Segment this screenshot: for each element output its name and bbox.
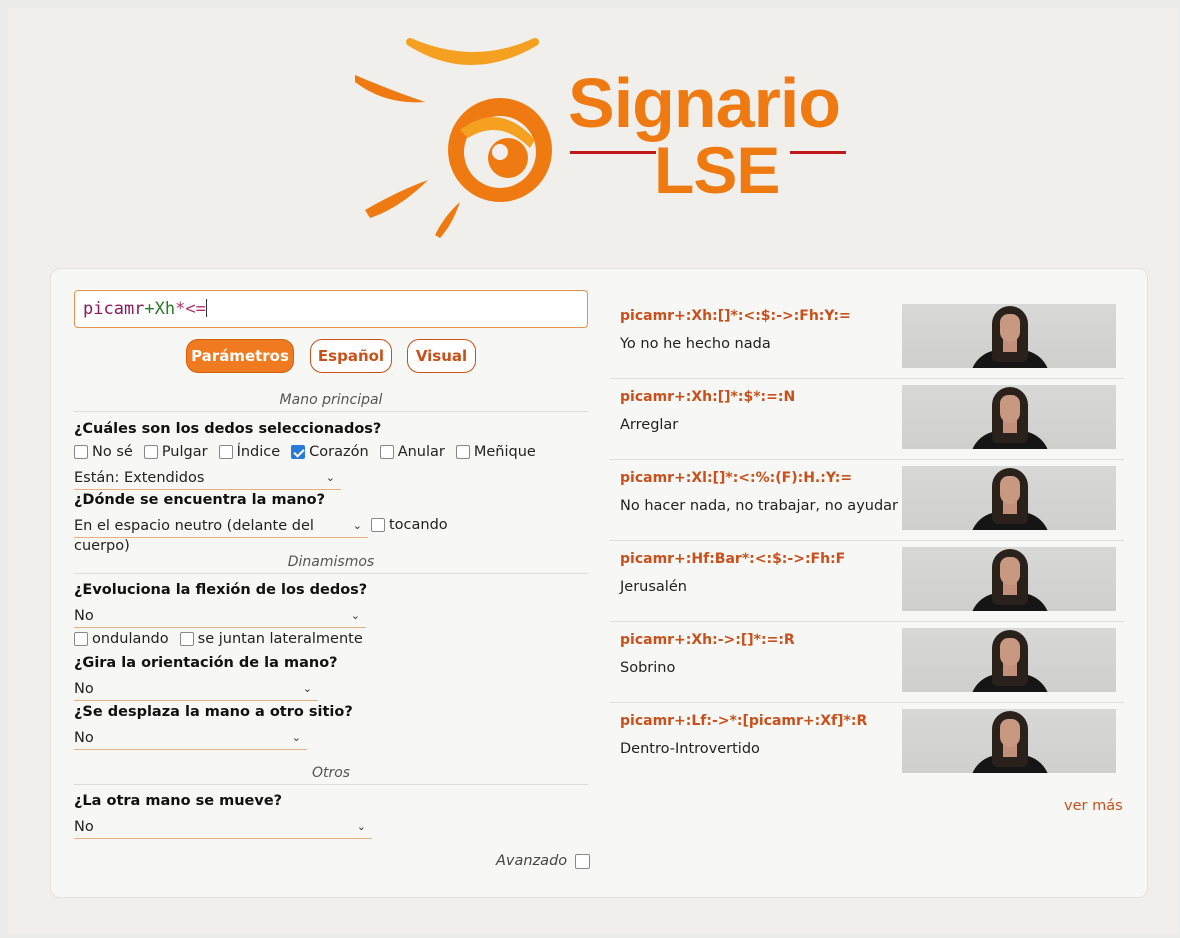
logo-line-right (790, 151, 846, 154)
section-otros: Otros (74, 765, 588, 785)
checkbox-icon[interactable] (575, 853, 591, 869)
chevron-down-icon: ⌄ (302, 682, 312, 695)
see-more-link[interactable]: ver más (1064, 798, 1123, 814)
result-code[interactable]: picamr+:Hf:Bar*:<:$:->:Fh:F (620, 551, 845, 567)
video-thumbnail[interactable] (902, 304, 1116, 368)
select-value: No (74, 681, 94, 697)
result-item[interactable]: picamr+:Xh:[]*:$*:=:N Arreglar (610, 379, 1124, 460)
question-other-hand: ¿La otra mano se mueve? (74, 793, 283, 809)
result-item[interactable]: picamr+:Hf:Bar*:<:$:->:Fh:F Jerusalén (610, 541, 1124, 622)
select-value: No (74, 730, 94, 746)
logo-subtitle: LSE (654, 133, 780, 207)
orientation-select[interactable]: No ⌄ (74, 679, 318, 701)
finger-label: Pulgar (161, 444, 208, 460)
checkbox-icon[interactable] (74, 632, 88, 646)
touching-label: tocando (389, 517, 448, 533)
advanced-toggle[interactable]: Avanzado (496, 853, 594, 869)
chevron-down-icon: ⌄ (291, 731, 301, 744)
tab-parametros[interactable]: Parámetros (186, 339, 294, 373)
result-gloss: No hacer nada, no trabajar, no ayudar (620, 498, 899, 514)
select-value: No (74, 608, 94, 624)
location-select[interactable]: En el espacio neutro (delante del cuerpo… (74, 516, 368, 554)
ondulando-label: ondulando (92, 631, 169, 647)
chevron-down-icon: ⌄ (352, 519, 362, 532)
result-item[interactable]: picamr+:Xh:[]*:<:$:->:Fh:Y:= Yo no he he… (610, 298, 1124, 379)
chevron-down-icon: ⌄ (350, 609, 360, 622)
video-thumbnail[interactable] (902, 628, 1116, 692)
search-input[interactable]: picamr+Xh*<= (74, 290, 588, 328)
checkbox-icon[interactable] (179, 632, 194, 646)
tab-visual[interactable]: Visual (407, 339, 476, 373)
result-gloss: Jerusalén (620, 579, 687, 595)
result-code[interactable]: picamr+:Lf:->*:[picamr+:Xf]*:R (620, 713, 867, 729)
ondulando-checkbox[interactable]: ondulando (74, 631, 169, 647)
finger-indice-checkbox[interactable]: Índice (218, 444, 281, 460)
finger-label: Índice (236, 444, 281, 460)
checkbox-icon[interactable] (218, 445, 233, 459)
result-item[interactable]: picamr+:Xl:[]*:<:%:(F):H.:Y:= No hacer n… (610, 460, 1124, 541)
checkbox-icon[interactable] (371, 518, 385, 532)
video-thumbnail[interactable] (902, 709, 1116, 773)
checkbox-icon[interactable] (143, 445, 158, 459)
query-orientation: Xh (154, 299, 176, 319)
query-handshape: picamr (83, 299, 145, 319)
question-fingers: ¿Cuáles son los dedos seleccionados? (74, 421, 382, 437)
result-item[interactable]: picamr+:Lf:->*:[picamr+:Xf]*:R Dentro-In… (610, 703, 1124, 784)
result-gloss: Arreglar (620, 417, 679, 433)
finger-corazon-checkbox[interactable]: Corazón (291, 444, 369, 460)
question-orientation: ¿Gira la orientación de la mano? (74, 655, 338, 671)
query-plus: + (144, 299, 155, 319)
finger-label: No sé (92, 444, 133, 460)
touching-checkbox[interactable]: tocando (371, 517, 448, 533)
other-hand-select[interactable]: No ⌄ (74, 817, 372, 839)
checkbox-icon[interactable] (379, 445, 394, 459)
move-select[interactable]: No ⌄ (74, 728, 307, 750)
flex-options-row: ondulando se juntan lateralmente (74, 631, 374, 647)
tab-espanol[interactable]: Español (310, 339, 392, 373)
video-thumbnail[interactable] (902, 547, 1116, 611)
text-caret (205, 299, 207, 317)
question-flex: ¿Evoluciona la flexión de los dedos? (74, 582, 368, 598)
finger-anular-checkbox[interactable]: Anular (379, 444, 445, 460)
flex-select[interactable]: No ⌄ (74, 606, 366, 628)
checkbox-icon[interactable] (74, 445, 88, 459)
query-symbol: <= (185, 299, 206, 319)
logo-line-left (570, 151, 656, 154)
result-code[interactable]: picamr+:Xh:[]*:<:$:->:Fh:Y:= (620, 308, 851, 324)
question-move: ¿Se desplaza la mano a otro sitio? (74, 704, 353, 720)
fingers-checkbox-row: No sé Pulgar Índice Corazón Anular Meñiq… (74, 444, 547, 460)
result-gloss: Sobrino (620, 660, 676, 676)
advanced-label: Avanzado (496, 853, 568, 869)
video-thumbnail[interactable] (902, 466, 1116, 530)
chevron-down-icon: ⌄ (356, 820, 366, 833)
finger-label: Anular (397, 444, 445, 460)
video-thumbnail[interactable] (902, 385, 1116, 449)
result-gloss: Yo no he hecho nada (620, 336, 771, 352)
section-mano-principal: Mano principal (74, 392, 588, 412)
query-asterisk: * (175, 299, 186, 319)
result-code[interactable]: picamr+:Xl:[]*:<:%:(F):H.:Y:= (620, 470, 852, 486)
result-gloss: Dentro-Introvertido (620, 741, 760, 757)
section-dinamismos: Dinamismos (74, 554, 588, 574)
finger-menique-checkbox[interactable]: Meñique (455, 444, 536, 460)
chevron-down-icon: ⌄ (325, 471, 335, 484)
lateral-label: se juntan lateralmente (197, 631, 363, 647)
question-location: ¿Dónde se encuentra la mano? (74, 492, 326, 508)
lateral-checkbox[interactable]: se juntan lateralmente (179, 631, 363, 647)
result-code[interactable]: picamr+:Xh:->:[]*:=:R (620, 632, 795, 648)
checkbox-icon[interactable] (455, 445, 470, 459)
finger-label: Corazón (309, 444, 369, 460)
result-item[interactable]: picamr+:Xh:->:[]*:=:R Sobrino (610, 622, 1124, 703)
finger-label: Meñique (473, 444, 536, 460)
result-code[interactable]: picamr+:Xh:[]*:$*:=:N (620, 389, 795, 405)
select-value: Están: Extendidos (74, 470, 205, 486)
fingers-state-select[interactable]: Están: Extendidos ⌄ (74, 468, 341, 490)
select-value: No (74, 819, 94, 835)
finger-pulgar-checkbox[interactable]: Pulgar (143, 444, 208, 460)
logo-title: Signario (568, 64, 841, 142)
checkbox-checked-icon[interactable] (291, 445, 306, 459)
finger-nose-checkbox[interactable]: No sé (74, 444, 133, 460)
